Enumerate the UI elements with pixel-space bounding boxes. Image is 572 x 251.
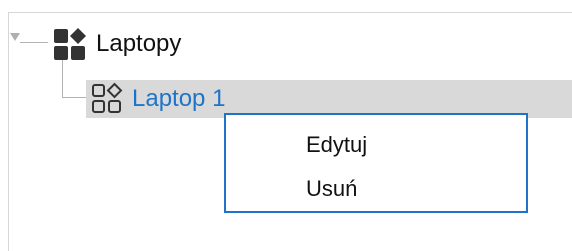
tree-node-label: Laptop 1: [132, 85, 226, 112]
tree-node-laptopy[interactable]: Laptopy: [52, 26, 181, 62]
context-menu: Edytuj Usuń: [224, 113, 528, 213]
menu-item-delete[interactable]: Usuń: [226, 169, 526, 209]
tree-connector-line: [62, 60, 63, 98]
expand-collapse-toggle[interactable]: [10, 33, 20, 41]
tree-connector-line: [20, 42, 48, 43]
category-filled-icon: [52, 27, 90, 61]
tree-connector-line: [62, 97, 86, 98]
tree-node-label: Laptopy: [96, 30, 182, 57]
category-outline-icon: [90, 82, 124, 116]
menu-item-edit[interactable]: Edytuj: [226, 125, 526, 165]
